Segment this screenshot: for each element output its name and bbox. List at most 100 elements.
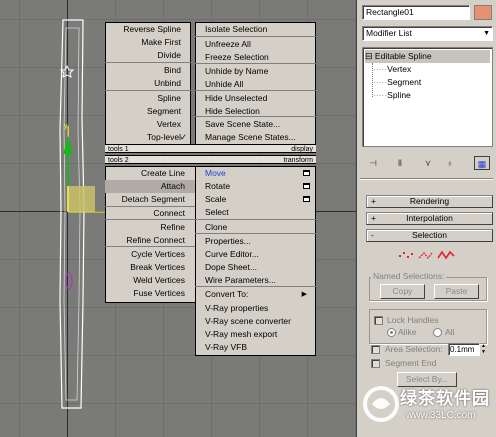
alike-radio[interactable] [387,328,396,337]
menu-separator [195,233,316,234]
menu-item-label: Save Scene State... [205,119,281,129]
stack-item-editable-spline[interactable]: ⊟ Editable Spline [365,50,490,63]
menu-item-scale[interactable]: Scale [195,193,316,206]
menu-item-v-ray-vfb[interactable]: V-Ray VFB [195,341,316,354]
menu-item-vertex[interactable]: Vertex [105,118,191,131]
spline-object [59,19,85,409]
menu-item-label: Unhide by Name [205,66,269,76]
menu-item-attach[interactable]: Attach [105,180,195,193]
quad-header-left: tools 1 [105,144,195,153]
menu-item-convert-to[interactable]: Convert To: ▶ [195,288,316,301]
menu-item-select[interactable]: Select [195,206,316,219]
alike-label: Alike [398,327,417,337]
watermark-url: www.33LC.com [406,410,476,421]
menu-item-v-ray-mesh-export[interactable]: V-Ray mesh export [195,328,316,341]
menu-item-label: Dope Sheet... [205,262,257,272]
object-name-field[interactable]: Rectangle01 [362,5,470,20]
show-end-result-icon[interactable]: Ⅱ [392,156,408,170]
menu-item-refine[interactable]: Refine [105,221,195,234]
menu-item-curve-editor[interactable]: Curve Editor... [195,248,316,261]
menu-item-make-first[interactable]: Make First [105,36,191,49]
modifier-list-dropdown[interactable]: Modifier List ▼ [362,26,493,41]
menu-item-weld-vertices[interactable]: Weld Vertices [105,274,195,287]
spinner-icon[interactable]: ▲ ▼ [481,343,487,356]
settings-box-icon[interactable] [303,183,310,189]
menu-item-label: Make First [141,37,181,47]
menu-item-reverse-spline[interactable]: Reverse Spline [105,23,191,36]
menu-item-label: Refine Connect [126,235,185,245]
all-label: All [445,327,455,337]
menu-item-segment[interactable]: Segment [105,105,191,118]
menu-separator [105,246,195,247]
menu-item-v-ray-scene-converter[interactable]: V-Ray scene converter [195,315,316,328]
lock-handles-checkbox[interactable] [374,316,383,325]
menu-item-manage-scene-states[interactable]: Manage Scene States... [195,131,316,144]
rollout-rendering-sign: + [371,196,376,206]
quad-header-left2: tools 2 [105,155,195,164]
menu-item-dope-sheet[interactable]: Dope Sheet... [195,261,316,274]
rollout-interpolation[interactable]: + Interpolation [366,212,493,225]
collapse-icon[interactable]: ⊟ [365,51,373,61]
copy-button[interactable]: Copy [380,284,425,299]
area-selection-label: Area Selection: [385,344,443,354]
rollout-rendering[interactable]: + Rendering [366,195,493,208]
menu-item-unbind[interactable]: Unbind [105,77,191,90]
menu-item-label: Divide [157,50,181,60]
configure-sets-icon[interactable]: ▦ [474,156,490,170]
menu-item-label: Properties... [205,236,251,246]
checkmark-icon: ✓ [179,132,187,142]
segment-end-checkbox[interactable] [371,359,380,368]
pin-icon[interactable]: ⊣ [365,156,381,170]
menu-separator [195,36,316,37]
menu-item-unhide-by-name[interactable]: Unhide by Name [195,65,316,78]
menu-item-label: Convert To: [205,289,249,299]
menu-item-label: V-Ray mesh export [205,329,278,339]
menu-item-properties[interactable]: Properties... [195,235,316,248]
svg-text:y: y [64,123,68,130]
rollout-selection-sign: - [371,230,374,240]
settings-box-icon[interactable] [303,196,310,202]
all-radio[interactable] [433,328,442,337]
quad-header-right2: transform [195,155,316,164]
stack-item-vertex[interactable]: ·····Vertex [373,63,411,76]
settings-box-icon[interactable] [303,170,310,176]
menu-item-rotate[interactable]: Rotate [195,180,316,193]
menu-item-cycle-vertices[interactable]: Cycle Vertices [105,248,195,261]
menu-item-top-level[interactable]: Top-level ✓ [105,131,191,144]
menu-item-divide[interactable]: Divide [105,49,191,62]
rollout-selection[interactable]: - Selection [366,229,493,242]
menu-item-save-scene-state[interactable]: Save Scene State... [195,118,316,131]
menu-item-label: Attach [160,181,185,191]
menu-item-break-vertices[interactable]: Break Vertices [105,261,195,274]
area-selection-field[interactable]: 0.1mm [448,343,480,356]
menu-item-v-ray-properties[interactable]: V-Ray properties [195,302,316,315]
menu-item-label: Scale [205,194,227,204]
menu-item-spline[interactable]: Spline [105,92,191,105]
menu-item-move[interactable]: Move [195,167,316,180]
menu-item-label: Curve Editor... [205,249,259,259]
menu-item-isolate-selection[interactable]: Isolate Selection [195,23,316,36]
menu-item-label: Spline [157,93,181,103]
stack-toolbar: ⊣ Ⅱ ⋎ ♁ ▦ [362,155,493,173]
menu-item-unfreeze-all[interactable]: Unfreeze All [195,38,316,51]
menu-item-bind[interactable]: Bind [105,64,191,77]
make-unique-icon[interactable]: ⋎ [420,156,436,170]
modifier-stack[interactable]: ⊟ Editable Spline ·····Vertex ·····Segme… [362,47,493,147]
menu-separator [195,90,316,91]
object-color-swatch[interactable] [474,5,492,20]
modifier-list-label: Modifier List [366,28,412,38]
menu-item-hide-unselected[interactable]: Hide Unselected [195,92,316,105]
stack-spline-label: Spline [387,90,411,100]
stack-item-spline[interactable]: ·····Spline [373,89,411,102]
remove-modifier-icon[interactable]: ♁ [442,156,458,170]
menu-item-create-line[interactable]: Create Line [105,167,195,180]
menu-item-fuse-vertices[interactable]: Fuse Vertices [105,287,195,300]
stack-item-segment[interactable]: ·····Segment [373,76,421,89]
watermark: 绿茶软件园 www.33LC.com [356,374,496,437]
menu-item-label: Bind [163,65,181,75]
menu-item-label: Hide Unselected [205,93,268,103]
menu-item-detach-segment[interactable]: Detach Segment [105,193,195,206]
paste-button[interactable]: Paste [434,284,479,299]
stack-root-label: Editable Spline [374,51,432,61]
area-selection-checkbox[interactable] [371,345,380,354]
